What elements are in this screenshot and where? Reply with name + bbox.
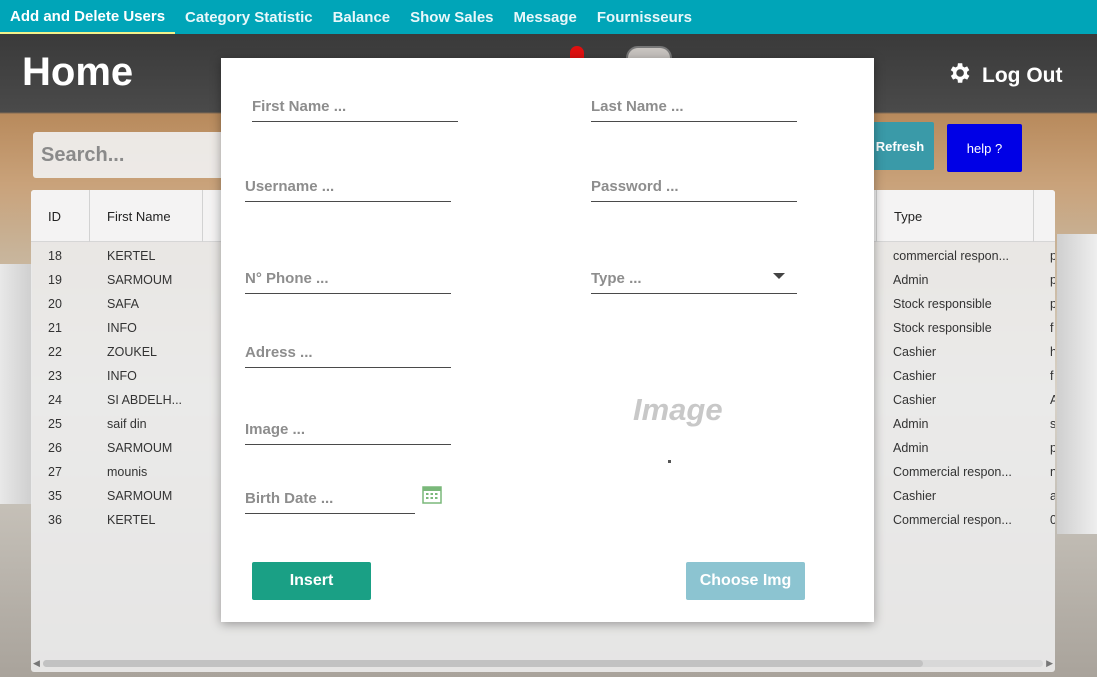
column-header-type[interactable]: Type [876,190,1034,242]
cell-id: 23 [48,369,62,383]
cell-type: Admin [893,441,929,455]
phone-input[interactable] [245,260,451,292]
choose-image-button[interactable]: Choose Img [686,562,805,600]
background-shelf [0,264,32,504]
last-name-field[interactable] [591,88,797,122]
cell-id: 18 [48,249,62,263]
cell-type: Admin [893,273,929,287]
cell-type: commercial respon... [893,249,1010,263]
username-field[interactable] [245,168,451,202]
refresh-button[interactable]: Refresh [866,122,934,170]
gear-icon [946,60,972,92]
cell-first-name: KERTEL [107,249,156,263]
cell-type: Cashier [893,393,937,407]
cell-truncated: h [1050,345,1055,359]
cell-truncated: p [1050,441,1055,455]
last-name-input[interactable] [591,88,797,120]
page-title: Home [22,50,134,94]
cell-id: 25 [48,417,62,431]
first-name-field[interactable] [252,88,458,122]
scrollbar-thumb[interactable] [43,660,923,667]
help-button[interactable]: help ? [947,124,1022,172]
logout-label: Log Out [982,64,1063,87]
tab-add-delete-users[interactable]: Add and Delete Users [0,0,176,34]
cell-type: Cashier [893,489,937,503]
cell-id: 27 [48,465,62,479]
cell-truncated: p [1050,249,1055,263]
cell-id: 22 [48,345,62,359]
search-input[interactable] [33,132,233,178]
tab-category-statistic[interactable]: Category Statistic [175,0,323,34]
address-input[interactable] [245,334,451,366]
calendar-icon[interactable] [422,484,442,504]
image-path-input[interactable] [245,411,451,443]
cell-truncated: p [1050,273,1055,287]
cell-truncated: A [1050,393,1055,407]
tab-balance[interactable]: Balance [323,0,401,34]
password-field[interactable] [591,168,797,202]
cell-first-name: ZOUKEL [107,345,158,359]
cell-truncated: f [1050,321,1054,335]
column-header-first-name[interactable]: First Name [90,190,203,242]
type-select[interactable] [591,260,797,294]
insert-button[interactable]: Insert [252,562,371,600]
add-user-dialog: Image Insert Choose Img [221,58,874,622]
tab-message[interactable]: Message [504,0,587,34]
cell-truncated: p [1050,297,1055,311]
chevron-down-icon[interactable] [773,273,785,279]
avatar[interactable] [626,46,672,58]
cell-truncated: 0 [1050,513,1055,527]
cell-first-name: INFO [107,369,137,383]
birth-date-input[interactable] [245,480,415,512]
cell-id: 20 [48,297,62,311]
address-field[interactable] [245,334,451,368]
image-path-field[interactable] [245,411,451,445]
cell-truncated: a [1050,489,1055,503]
image-preview: Image [633,392,723,427]
logout-button[interactable]: Log Out [946,60,1062,92]
cell-type: Cashier [893,369,937,383]
cell-type: Cashier [893,345,937,359]
cell-first-name: saif din [107,417,147,431]
image-preview-dot [668,460,671,463]
cell-first-name: mounis [107,465,148,479]
tab-show-sales[interactable]: Show Sales [400,0,503,34]
phone-field[interactable] [245,260,451,294]
cell-type: Commercial respon... [893,465,1012,479]
cell-truncated: f [1050,369,1054,383]
password-input[interactable] [591,168,797,200]
column-header-id[interactable]: ID [31,190,90,242]
type-select-input[interactable] [591,260,797,292]
cell-id: 19 [48,273,62,287]
cell-id: 21 [48,321,62,335]
cell-first-name: SARMOUM [107,273,173,287]
cell-first-name: SARMOUM [107,489,173,503]
cell-first-name: INFO [107,321,137,335]
horizontal-scrollbar[interactable]: ◀ ▶ [33,658,1053,668]
first-name-input[interactable] [252,88,458,120]
cell-first-name: SARMOUM [107,441,173,455]
cell-truncated: s [1050,417,1055,431]
birth-date-field[interactable] [245,480,415,514]
cell-type: Commercial respon... [893,513,1012,527]
cell-id: 35 [48,489,62,503]
cell-id: 24 [48,393,62,407]
cell-first-name: KERTEL [107,513,156,527]
column-header-hidden[interactable] [203,190,223,242]
username-input[interactable] [245,168,451,200]
tab-fournisseurs[interactable]: Fournisseurs [587,0,702,34]
cell-first-name: SAFA [107,297,139,311]
top-nav: Add and Delete Users Category Statistic … [0,0,1097,34]
cell-truncated: n [1050,465,1055,479]
cell-id: 36 [48,513,62,527]
cell-type: Admin [893,417,929,431]
cell-type: Stock responsible [893,297,992,311]
cell-first-name: SI ABDELH... [107,393,183,407]
background-shelf [1057,234,1097,534]
cell-id: 26 [48,441,62,455]
cell-type: Stock responsible [893,321,992,335]
